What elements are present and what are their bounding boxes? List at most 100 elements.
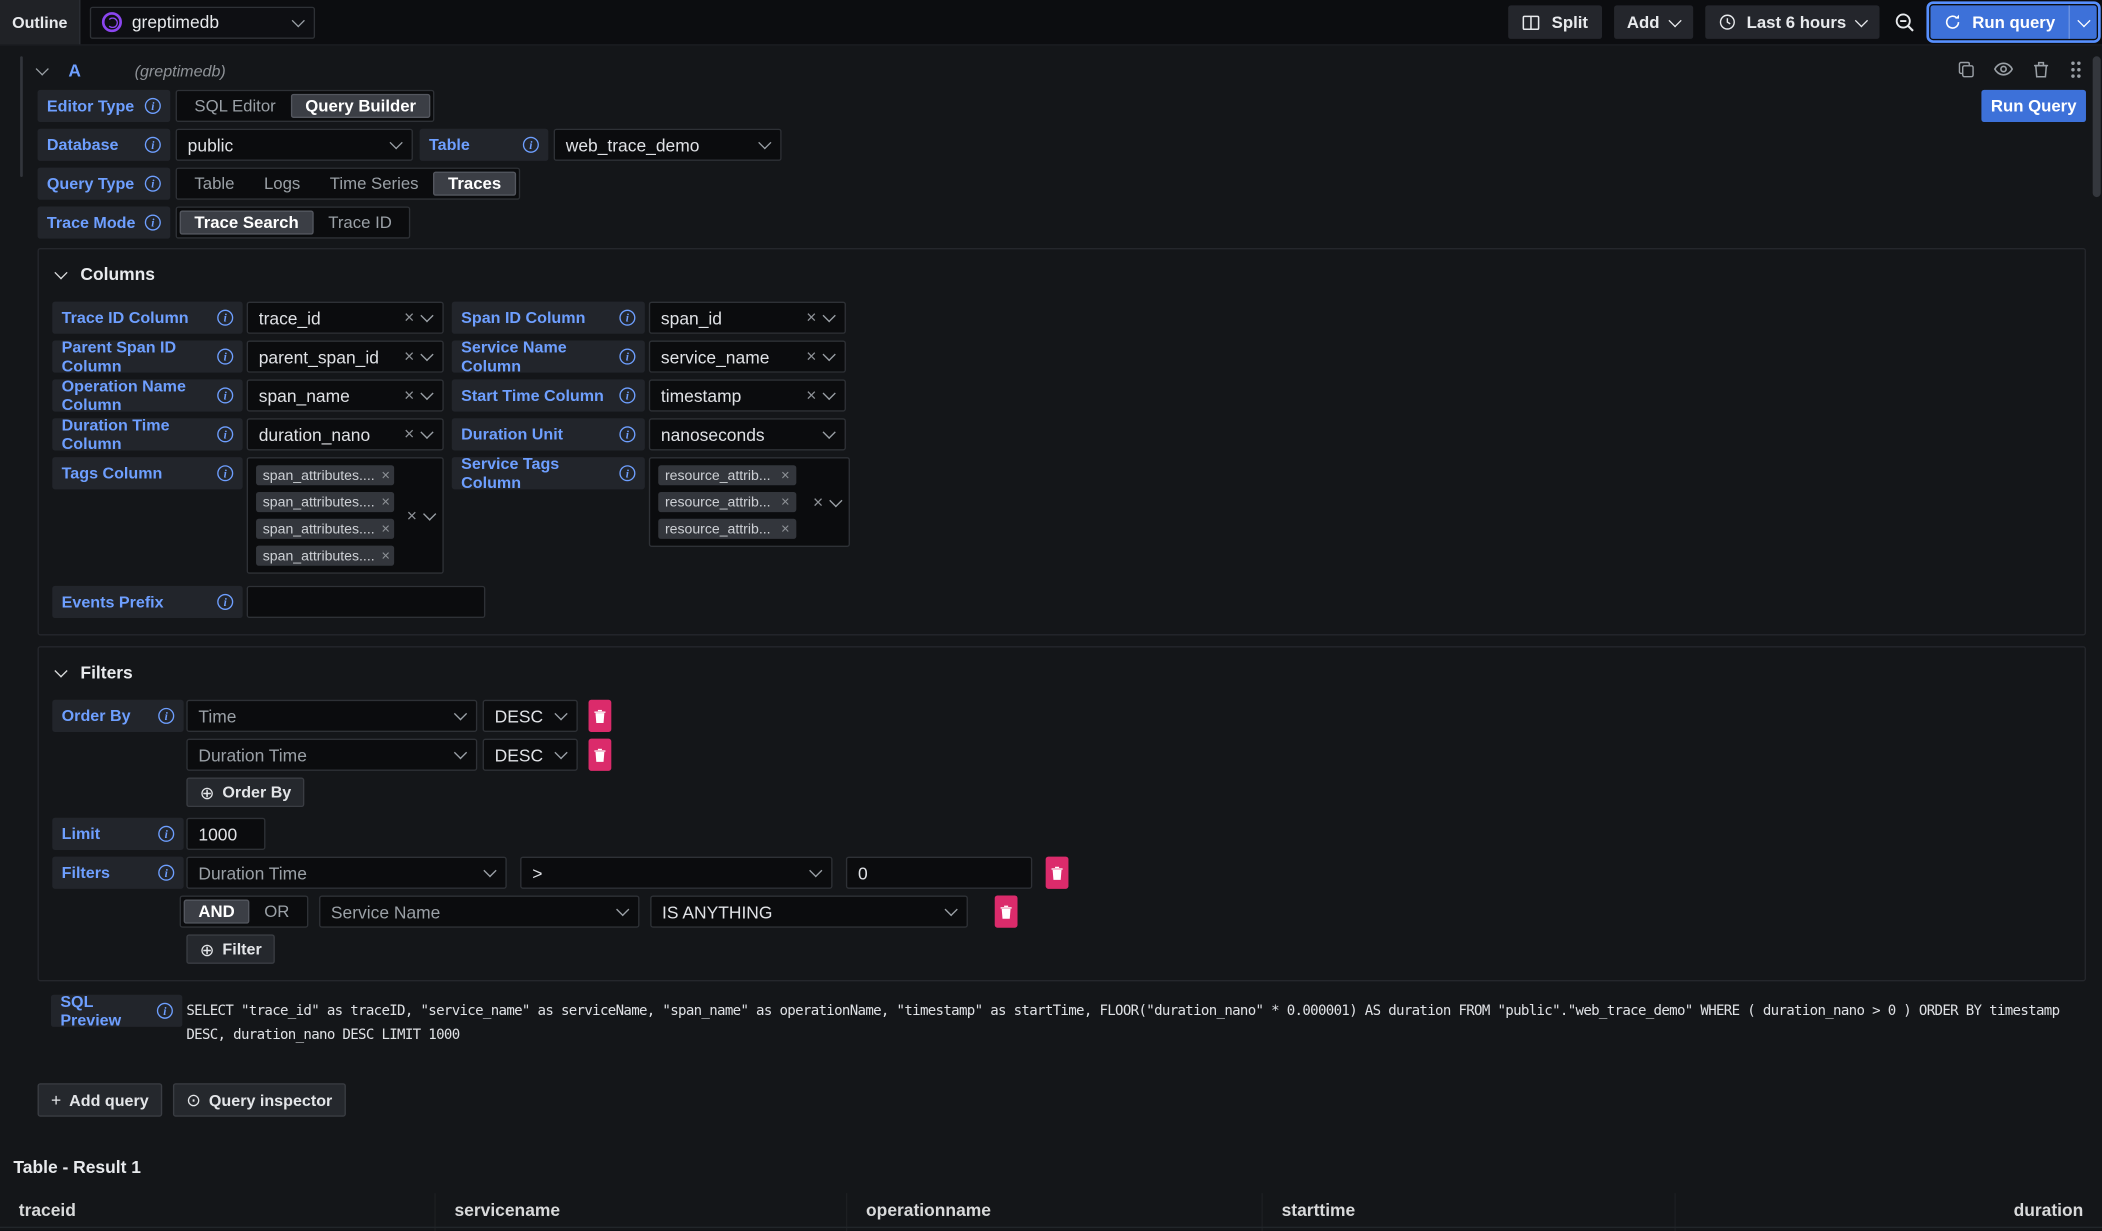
delete-order-by-button[interactable] <box>589 700 612 732</box>
info-icon[interactable]: i <box>619 465 635 481</box>
tab-table[interactable]: Table <box>180 172 250 196</box>
limit-input[interactable] <box>186 818 265 850</box>
drag-handle-icon[interactable] <box>2069 60 2084 79</box>
info-icon[interactable]: i <box>619 387 635 403</box>
close-icon[interactable]: × <box>381 549 390 562</box>
col-header-operationname[interactable]: operationname <box>847 1193 1263 1227</box>
run-query-dropdown[interactable] <box>2069 5 2097 39</box>
run-query-button[interactable]: Run query <box>1931 5 2069 39</box>
tab-trace-id[interactable]: Trace ID <box>313 210 406 234</box>
datasource-picker[interactable]: greptimedb <box>90 6 315 38</box>
tab-sql-editor[interactable]: SQL Editor <box>180 94 291 118</box>
duration-unit-select[interactable]: nanoseconds <box>649 418 846 450</box>
info-icon[interactable]: i <box>217 426 233 442</box>
filters-section-header[interactable]: Filters <box>56 662 2071 682</box>
tags-multiselect[interactable]: span_attributes....× span_attributes....… <box>247 457 444 574</box>
info-icon[interactable]: i <box>145 98 161 114</box>
database-select[interactable]: public <box>176 129 413 161</box>
info-icon[interactable]: i <box>145 137 161 153</box>
info-icon[interactable]: i <box>619 310 635 326</box>
columns-section-header[interactable]: Columns <box>56 264 2071 284</box>
add-order-by-row: ⊕ Order By <box>52 778 2071 807</box>
collapse-chevron-icon[interactable] <box>36 62 49 75</box>
col-header-duration[interactable]: duration <box>1676 1193 2102 1227</box>
info-icon[interactable]: i <box>157 1003 173 1019</box>
close-icon[interactable]: × <box>381 495 390 508</box>
info-icon[interactable]: i <box>158 865 174 881</box>
info-icon[interactable]: i <box>217 310 233 326</box>
close-icon[interactable]: × <box>781 469 790 482</box>
table-select[interactable]: web_trace_demo <box>554 129 782 161</box>
info-icon[interactable]: i <box>217 349 233 365</box>
close-icon[interactable]: × <box>404 428 414 441</box>
close-icon[interactable]: × <box>407 509 417 522</box>
eye-icon[interactable] <box>1993 59 2013 79</box>
order-by-direction-select[interactable]: DESC <box>483 700 578 732</box>
tab-query-builder[interactable]: Query Builder <box>290 94 430 118</box>
col-header-servicename[interactable]: servicename <box>436 1193 848 1227</box>
col-header-traceid[interactable]: traceid <box>0 1193 436 1227</box>
info-icon[interactable]: i <box>619 349 635 365</box>
info-icon[interactable]: i <box>217 465 233 481</box>
order-by-direction-select-2[interactable]: DESC <box>483 739 578 771</box>
info-icon[interactable]: i <box>619 426 635 442</box>
close-icon[interactable]: × <box>781 495 790 508</box>
split-button[interactable]: Split <box>1509 5 1602 39</box>
trash-icon[interactable] <box>2032 60 2049 79</box>
service-tags-multiselect[interactable]: resource_attrib...× resource_attrib...× … <box>649 457 850 547</box>
tab-trace-search[interactable]: Trace Search <box>180 210 314 234</box>
zoom-out-button[interactable] <box>1892 11 1919 32</box>
query-ref[interactable]: A <box>68 60 81 80</box>
info-icon[interactable]: i <box>158 826 174 842</box>
delete-filter-button-2[interactable] <box>995 896 1018 928</box>
tab-time-series[interactable]: Time Series <box>315 172 433 196</box>
start-time-select[interactable]: timestamp × <box>649 379 846 411</box>
info-icon[interactable]: i <box>217 594 233 610</box>
order-by-field-select-2[interactable]: Duration Time <box>186 739 477 771</box>
add-filter-button[interactable]: ⊕ Filter <box>186 934 275 963</box>
filter-value-input[interactable] <box>846 857 1032 889</box>
duplicate-icon[interactable] <box>1957 60 1974 77</box>
info-icon[interactable]: i <box>158 708 174 724</box>
info-icon[interactable]: i <box>217 387 233 403</box>
tab-traces[interactable]: Traces <box>433 172 516 196</box>
logic-and[interactable]: AND <box>184 900 250 924</box>
close-icon[interactable]: × <box>381 522 390 535</box>
close-icon[interactable]: × <box>381 469 390 482</box>
logic-or[interactable]: OR <box>249 900 304 924</box>
close-icon[interactable]: × <box>806 389 816 402</box>
trace-id-select[interactable]: trace_id × <box>247 302 444 334</box>
add-button[interactable]: Add <box>1613 5 1693 39</box>
service-name-select[interactable]: service_name × <box>649 341 846 373</box>
filter-field-select[interactable]: Duration Time <box>186 857 506 889</box>
filter-operator-select[interactable]: > <box>520 857 832 889</box>
close-icon[interactable]: × <box>813 495 823 508</box>
close-icon[interactable]: × <box>404 350 414 363</box>
close-icon[interactable]: × <box>404 389 414 402</box>
close-icon[interactable]: × <box>781 522 790 535</box>
info-icon[interactable]: i <box>145 176 161 192</box>
add-order-by-button[interactable]: ⊕ Order By <box>186 778 304 807</box>
query-inspector-button[interactable]: ⊙ Query inspector <box>173 1083 346 1117</box>
col-header-starttime[interactable]: starttime <box>1263 1193 1676 1227</box>
filter-field-select-2[interactable]: Service Name <box>319 896 639 928</box>
filter-operator-select-2[interactable]: IS ANYTHING <box>650 896 968 928</box>
close-icon[interactable]: × <box>806 311 816 324</box>
add-query-button[interactable]: + Add query <box>38 1083 163 1117</box>
run-query-editor-button[interactable]: Run Query <box>1981 90 2086 122</box>
close-icon[interactable]: × <box>806 350 816 363</box>
operation-name-select[interactable]: span_name × <box>247 379 444 411</box>
tab-logs[interactable]: Logs <box>249 172 315 196</box>
parent-span-id-select[interactable]: parent_span_id × <box>247 341 444 373</box>
duration-time-select[interactable]: duration_nano × <box>247 418 444 450</box>
span-id-select[interactable]: span_id × <box>649 302 846 334</box>
delete-order-by-button-2[interactable] <box>589 739 612 771</box>
order-by-field-select[interactable]: Time <box>186 700 477 732</box>
outline-toggle[interactable]: Outline <box>0 0 81 44</box>
close-icon[interactable]: × <box>404 311 414 324</box>
delete-filter-button[interactable] <box>1046 857 1069 889</box>
time-range-picker[interactable]: Last 6 hours <box>1705 5 1880 39</box>
info-icon[interactable]: i <box>523 137 539 153</box>
events-prefix-input[interactable] <box>247 586 486 618</box>
info-icon[interactable]: i <box>145 214 161 230</box>
